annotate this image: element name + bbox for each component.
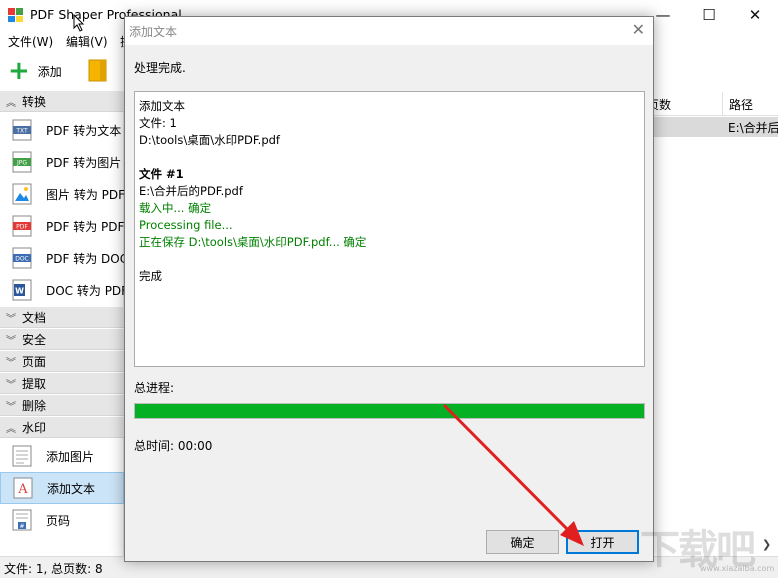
chevron-down-icon: ︾ <box>6 379 16 391</box>
plus-icon: + <box>8 56 30 86</box>
add-text-icon: A <box>13 477 33 499</box>
chevron-down-icon: ︾ <box>6 313 16 325</box>
status-text: 文件: 1, 总页数: 8 <box>4 562 103 576</box>
section-document[interactable]: ︾ 文档 <box>0 306 124 328</box>
section-extract[interactable]: ︾ 提取 <box>0 372 124 394</box>
log-line: E:\合并后的PDF.pdf <box>139 184 243 198</box>
svg-text:A: A <box>17 482 28 497</box>
sidebar-item-pdf-to-image[interactable]: JPG PDF 转为图片 <box>0 146 124 178</box>
svg-text:JPG: JPG <box>16 160 27 167</box>
log-line: 完成 <box>139 269 162 283</box>
log-line: Processing file... <box>139 218 233 232</box>
chevron-down-icon: ︾ <box>6 401 16 413</box>
log-line: 添加文本 <box>139 99 185 113</box>
sidebar-item-pdf-to-doc[interactable]: DOC PDF 转为 DOC <box>0 242 124 274</box>
maximize-button[interactable]: ☐ <box>686 0 732 30</box>
chevron-up-icon: ︽ <box>6 97 16 109</box>
ok-button[interactable]: 确定 <box>486 530 559 554</box>
word-file-icon: W <box>12 279 32 301</box>
sidebar-item-pdf-to-text[interactable]: TXT PDF 转为文本 <box>0 114 124 146</box>
row-path-cell: E:\合并后 <box>728 121 778 135</box>
sidebar: ︽ 转换 TXT PDF 转为文本 JPG PDF 转为图片 图片 转为 PDF… <box>0 90 124 556</box>
add-image-icon <box>12 445 32 467</box>
log-line: 正在保存 D:\tools\桌面\水印PDF.pdf... 确定 <box>139 235 367 249</box>
svg-text:PDF: PDF <box>16 224 28 231</box>
menu-file[interactable]: 文件(W) <box>8 33 53 50</box>
log-line: 载入中... 确定 <box>139 201 212 215</box>
chevron-down-icon: ︾ <box>6 335 16 347</box>
section-convert[interactable]: ︽ 转换 <box>0 90 124 112</box>
dialog-title-bar: 添加文本 ✕ <box>125 17 653 45</box>
txt-file-icon: TXT <box>12 119 32 141</box>
dialog-status-text: 处理完成. <box>134 61 186 75</box>
scroll-right-icon[interactable]: ❯ <box>762 538 771 551</box>
pdf-file-icon: PDF <box>12 215 32 237</box>
add-button-label: 添加 <box>37 64 62 79</box>
folder-icon[interactable] <box>88 58 108 82</box>
close-icon: ✕ <box>748 6 762 24</box>
menu-edit[interactable]: 编辑(V) <box>66 33 108 50</box>
section-watermark[interactable]: ︽ 水印 <box>0 416 124 438</box>
log-line: 文件 #1 <box>139 167 184 181</box>
column-header-path[interactable]: 路径 <box>722 92 778 116</box>
chevron-down-icon: ︾ <box>6 357 16 369</box>
section-page[interactable]: ︾ 页面 <box>0 350 124 372</box>
dialog-title: 添加文本 <box>129 25 178 39</box>
section-security[interactable]: ︾ 安全 <box>0 328 124 350</box>
add-text-dialog: 添加文本 ✕ 处理完成. 添加文本文件: 1 D:\tools\桌面\水印PDF.… <box>124 16 654 562</box>
sidebar-item-add-text[interactable]: A 添加文本 <box>0 472 124 504</box>
svg-text:W: W <box>15 287 24 296</box>
minimize-icon: — <box>655 6 671 24</box>
add-button[interactable]: + 添加 <box>8 56 62 86</box>
chevron-up-icon: ︽ <box>6 423 16 435</box>
log-line: D:\tools\桌面\水印PDF.pdf <box>139 133 280 147</box>
mouse-cursor-icon <box>73 14 85 32</box>
progress-label: 总进程: <box>134 381 175 395</box>
total-time-label: 总时间: 00:00 <box>134 439 213 453</box>
page-number-icon: # <box>12 509 32 531</box>
progress-bar-fill <box>135 404 644 418</box>
section-delete[interactable]: ︾ 删除 <box>0 394 124 416</box>
svg-text:DOC: DOC <box>15 256 29 263</box>
log-line: 文件: 1 <box>139 116 177 130</box>
sidebar-item-doc-to-pdf[interactable]: W DOC 转为 PDF <box>0 274 124 306</box>
svg-text:#: # <box>19 523 24 530</box>
sidebar-item-pdf-to-pdf[interactable]: PDF PDF 转为 PDF <box>0 210 124 242</box>
image-file-icon <box>12 183 32 205</box>
sidebar-item-image-to-pdf[interactable]: 图片 转为 PDF <box>0 178 124 210</box>
sidebar-item-page-number[interactable]: # 页码 <box>0 504 124 536</box>
log-output[interactable]: 添加文本文件: 1 D:\tools\桌面\水印PDF.pdf 文件 #1 E:\合并… <box>134 91 645 367</box>
jpg-file-icon: JPG <box>12 151 32 173</box>
dialog-close-icon[interactable]: ✕ <box>632 20 645 39</box>
doc-file-icon: DOC <box>12 247 32 269</box>
maximize-icon: ☐ <box>702 6 716 24</box>
app-logo-icon <box>8 8 23 22</box>
svg-text:TXT: TXT <box>15 128 28 135</box>
progress-bar <box>134 403 645 419</box>
watermark-url: www.xiazaiba.com <box>700 564 775 573</box>
close-window-button[interactable]: ✕ <box>732 0 778 30</box>
sidebar-item-add-image[interactable]: 添加图片 <box>0 440 124 472</box>
open-button[interactable]: 打开 <box>566 530 639 554</box>
